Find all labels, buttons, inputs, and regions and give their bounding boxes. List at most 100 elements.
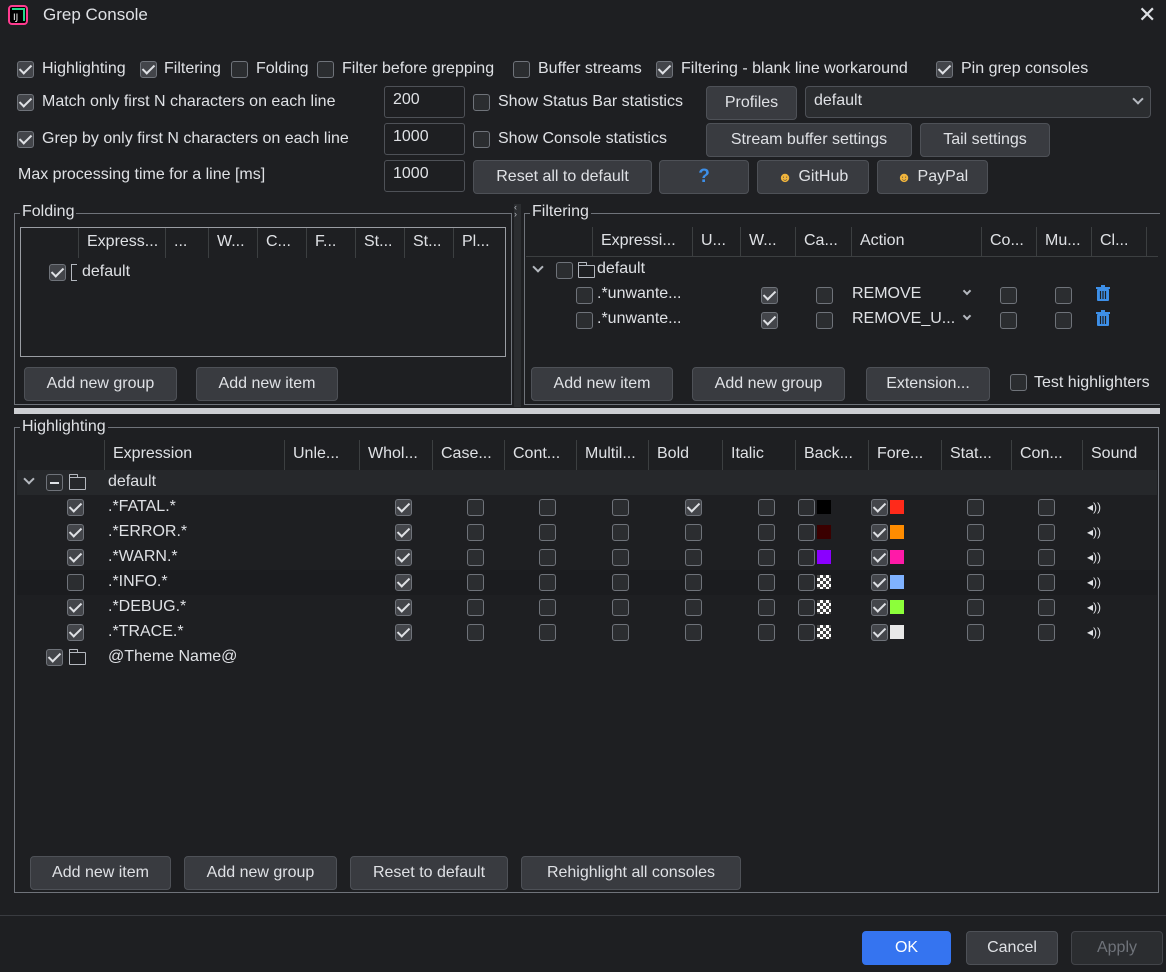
folding-col-4[interactable]: C... [258,228,307,258]
sound-icon[interactable]: ◂)) [1087,500,1101,514]
theme-group-row[interactable]: @Theme Name@ [17,645,1157,670]
folding-col-5[interactable]: F... [307,228,356,258]
folding-add-group-button[interactable]: Add new group [24,367,177,401]
filtering-col[interactable] [526,227,593,257]
hl-row-continue-checkbox[interactable] [539,524,556,541]
hl-row-case-checkbox[interactable] [467,624,484,641]
splitter-arrows-icon[interactable]: ‹ › [514,203,521,219]
hl-row-statistics-checkbox[interactable] [967,524,984,541]
filtering-col-unless[interactable]: U... [693,227,741,257]
hl-row-whole-checkbox[interactable] [395,499,412,516]
highlighting-row[interactable]: .*TRACE.* ◂)) [17,620,1157,645]
hl-col-whole[interactable]: Whol... [360,440,433,470]
hl-row-italic-checkbox[interactable] [758,599,775,616]
filtering-col-continue[interactable]: Co... [982,227,1037,257]
highlighting-row[interactable]: .*INFO.* ◂)) [17,570,1157,595]
filtering-row-case-checkbox[interactable] [816,312,833,329]
hl-row-foreground-checkbox[interactable] [871,524,888,541]
filter-before-grepping-checkbox[interactable] [317,61,334,78]
filtering-col-expression[interactable]: Expressi... [593,227,693,257]
theme-group-checkbox[interactable] [46,649,63,666]
hl-col-case[interactable]: Case... [433,440,505,470]
hl-row-expression[interactable]: .*TRACE.* [108,623,184,641]
chevron-down-icon[interactable] [962,311,972,321]
background-color-swatch[interactable] [817,500,831,514]
filtering-row-expression[interactable]: .*unwante... [597,285,682,303]
filtering-add-item-button[interactable]: Add new item [531,367,673,401]
stream-buffer-settings-button[interactable]: Stream buffer settings [706,123,912,157]
highlighting-checkbox[interactable] [17,61,34,78]
hl-row-background-checkbox[interactable] [798,574,815,591]
filtering-col-multi[interactable]: Mu... [1037,227,1092,257]
filtering-col-action[interactable]: Action [852,227,982,257]
trash-icon[interactable] [1095,285,1111,302]
hl-row-case-checkbox[interactable] [467,574,484,591]
ok-button[interactable]: OK [862,931,951,965]
filtering-row-continue-checkbox[interactable] [1000,312,1017,329]
filtering-row-continue-checkbox[interactable] [1000,287,1017,304]
background-color-swatch[interactable] [817,625,831,639]
hl-col-continue[interactable]: Cont... [505,440,577,470]
folding-checkbox[interactable] [231,61,248,78]
horizontal-splitter[interactable] [14,408,1160,414]
hl-row-expression[interactable]: .*DEBUG.* [108,598,186,616]
hl-row-enabled-checkbox[interactable] [67,499,84,516]
hl-row-expression[interactable]: .*WARN.* [108,548,178,566]
hl-row-statistics-checkbox[interactable] [967,624,984,641]
hl-row-console-checkbox[interactable] [1038,524,1055,541]
hl-reset-button[interactable]: Reset to default [350,856,508,890]
foreground-color-swatch[interactable] [890,525,904,539]
filtering-checkbox[interactable] [140,61,157,78]
profiles-button[interactable]: Profiles [706,86,797,120]
hl-row-multiline-checkbox[interactable] [612,624,629,641]
chevron-down-icon[interactable] [962,286,972,296]
max-processing-input[interactable]: 1000 [384,160,465,192]
filtering-col-clear[interactable]: Cl... [1092,227,1147,257]
hl-row-statistics-checkbox[interactable] [967,549,984,566]
folding-col-2[interactable]: ... [166,228,209,258]
sound-icon[interactable]: ◂)) [1087,550,1101,564]
hl-row-enabled-checkbox[interactable] [67,599,84,616]
test-highlighters-checkbox[interactable] [1010,374,1027,391]
expand-chevron-icon[interactable] [23,473,35,485]
hl-row-italic-checkbox[interactable] [758,574,775,591]
sound-icon[interactable]: ◂)) [1087,600,1101,614]
hl-row-multiline-checkbox[interactable] [612,599,629,616]
hl-row-italic-checkbox[interactable] [758,499,775,516]
grep-first-n-input[interactable]: 1000 [384,123,465,155]
hl-row-italic-checkbox[interactable] [758,624,775,641]
hl-row-multiline-checkbox[interactable] [612,524,629,541]
sound-icon[interactable]: ◂)) [1087,525,1101,539]
highlighting-row[interactable]: .*DEBUG.* ◂)) [17,595,1157,620]
hl-row-statistics-checkbox[interactable] [967,599,984,616]
filtering-group-checkbox[interactable] [556,262,573,279]
foreground-color-swatch[interactable] [890,500,904,514]
foreground-color-swatch[interactable] [890,550,904,564]
hl-col-bold[interactable]: Bold [649,440,723,470]
hl-group-checkbox[interactable] [46,474,63,491]
background-color-swatch[interactable] [817,575,831,589]
hl-col-multiline[interactable]: Multil... [577,440,649,470]
hl-row-statistics-checkbox[interactable] [967,499,984,516]
hl-row-italic-checkbox[interactable] [758,524,775,541]
folding-add-item-button[interactable]: Add new item [196,367,338,401]
hl-row-bold-checkbox[interactable] [685,574,702,591]
extension-button[interactable]: Extension... [866,367,990,401]
hl-row-enabled-checkbox[interactable] [67,574,84,591]
filtering-row-whole-checkbox[interactable] [761,287,778,304]
filtering-table[interactable]: Expressi... U... W... Ca... Action Co...… [526,227,1158,357]
hl-row-whole-checkbox[interactable] [395,624,412,641]
foreground-color-swatch[interactable] [890,600,904,614]
filtering-row-checkbox[interactable] [576,287,593,304]
filtering-add-group-button[interactable]: Add new group [692,367,845,401]
cancel-button[interactable]: Cancel [966,931,1058,965]
hl-row-foreground-checkbox[interactable] [871,549,888,566]
folding-col-expression[interactable]: Express... [79,228,166,258]
hl-row-italic-checkbox[interactable] [758,549,775,566]
hl-add-item-button[interactable]: Add new item [30,856,171,890]
hl-col-unless[interactable]: Unle... [285,440,360,470]
hl-col-sound[interactable]: Sound [1083,440,1157,470]
hl-col-expression[interactable]: Expression [105,440,285,470]
hl-row-bold-checkbox[interactable] [685,524,702,541]
hl-col-italic[interactable]: Italic [723,440,796,470]
